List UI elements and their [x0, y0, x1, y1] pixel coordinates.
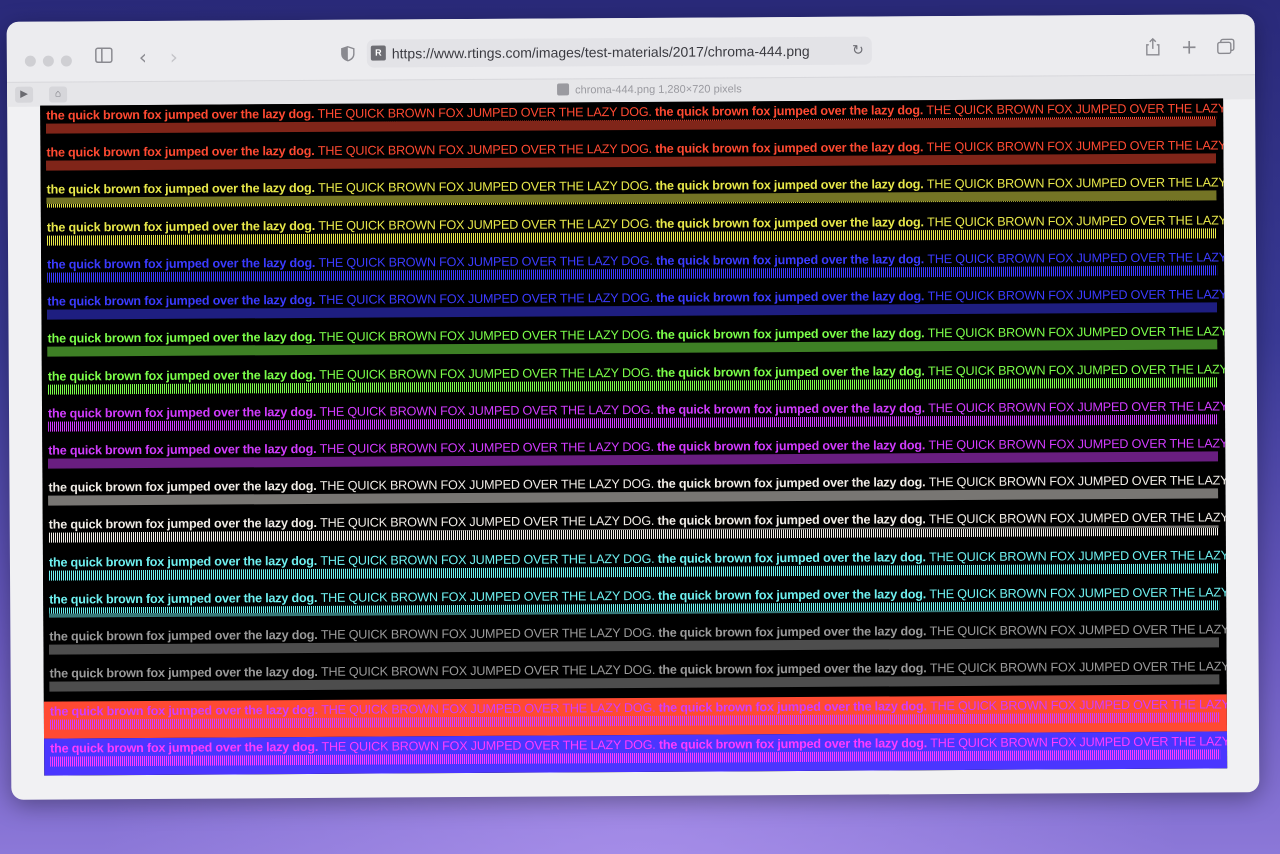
lowercase-sample: the quick brown fox jumped over the lazy… [656, 400, 929, 417]
lowercase-sample: the quick brown fox jumped over the lazy… [47, 293, 319, 309]
lowercase-sample: the quick brown fox jumped over the lazy… [655, 177, 927, 194]
uppercase-sample: THE QUICK BROWN FOX JUMPED OVER THE LAZY… [927, 250, 1227, 267]
lowercase-sample: the quick brown fox jumped over the lazy… [656, 363, 929, 380]
uppercase-sample: THE QUICK BROWN FOX JUMPED OVER THE LAZY… [319, 365, 657, 382]
uppercase-sample: THE QUICK BROWN FOX JUMPED OVER THE LAZY… [928, 473, 1228, 490]
uppercase-sample: THE QUICK BROWN FOX JUMPED OVER THE LAZY… [318, 290, 657, 308]
lowercase-sample: the quick brown fox jumped over the lazy… [658, 661, 930, 678]
lowercase-sample: the quick brown fox jumped over the lazy… [48, 441, 320, 458]
uppercase-sample: THE QUICK BROWN FOX JUMPED OVER THE LAZY… [926, 101, 1228, 118]
browser-window: ‹ › R https://www.rtings.com/images/test… [6, 14, 1260, 800]
tab-overview-icon[interactable] [1217, 38, 1235, 58]
share-icon[interactable] [1145, 37, 1161, 61]
uppercase-sample: THE QUICK BROWN FOX JUMPED OVER THE LAZY… [318, 179, 656, 196]
youtube-tab-icon[interactable]: ▶ [15, 86, 34, 103]
lowercase-sample: the quick brown fox jumped over the lazy… [46, 181, 319, 198]
uppercase-sample: THE QUICK BROWN FOX JUMPED OVER THE LAZY… [929, 548, 1228, 564]
lowercase-sample: the quick brown fox jumped over the lazy… [657, 549, 930, 566]
uppercase-sample: THE QUICK BROWN FOX JUMPED OVER THE LAZY… [320, 551, 658, 568]
close-window-button[interactable] [24, 55, 36, 67]
lowercase-sample: the quick brown fox jumped over the lazy… [655, 214, 928, 231]
uppercase-sample: THE QUICK BROWN FOX JUMPED OVER THE LAZY… [319, 439, 658, 456]
browser-toolbar: ‹ › R https://www.rtings.com/images/test… [6, 14, 1255, 82]
uppercase-sample: THE QUICK BROWN FOX JUMPED OVER THE LAZY… [927, 324, 1228, 341]
minimize-window-button[interactable] [42, 55, 54, 67]
uppercase-sample: THE QUICK BROWN FOX JUMPED OVER THE LAZY… [320, 663, 659, 680]
uppercase-sample: THE QUICK BROWN FOX JUMPED OVER THE LAZY… [929, 585, 1228, 602]
pinned-tab-icon[interactable]: ⌂ [49, 86, 68, 103]
lowercase-sample: the quick brown fox jumped over the lazy… [656, 326, 928, 343]
uppercase-sample: THE QUICK BROWN FOX JUMPED OVER THE LAZY… [926, 138, 1228, 155]
lowercase-sample: the quick brown fox jumped over the lazy… [658, 735, 931, 752]
lowercase-sample: the quick brown fox jumped over the lazy… [46, 144, 318, 160]
lowercase-sample: the quick brown fox jumped over the lazy… [47, 330, 320, 346]
uppercase-sample: THE QUICK BROWN FOX JUMPED OVER THE LAZY… [320, 625, 659, 643]
chevron-left-icon[interactable]: ‹ [139, 45, 147, 69]
lowercase-sample: the quick brown fox jumped over the lazy… [49, 665, 322, 681]
lowercase-sample: the quick brown fox jumped over the lazy… [47, 367, 320, 384]
lowercase-sample: the quick brown fox jumped over the lazy… [658, 698, 931, 715]
chroma-test-image: the quick brown fox jumped over the lazy… [40, 98, 1228, 776]
lowercase-sample: the quick brown fox jumped over the lazy… [658, 624, 930, 640]
uppercase-sample: THE QUICK BROWN FOX JUMPED OVER THE LAZY… [318, 216, 656, 233]
lowercase-sample: the quick brown fox jumped over the lazy… [49, 628, 321, 644]
uppercase-sample: THE QUICK BROWN FOX JUMPED OVER THE LAZY… [317, 104, 656, 121]
uppercase-sample: THE QUICK BROWN FOX JUMPED OVER THE LAZY… [927, 361, 1228, 378]
uppercase-sample: THE QUICK BROWN FOX JUMPED OVER THE LAZY… [929, 659, 1228, 676]
url-text[interactable]: https://www.rtings.com/images/test-mater… [392, 37, 810, 68]
lowercase-sample: the quick brown fox jumped over the lazy… [654, 103, 927, 119]
uppercase-sample: THE QUICK BROWN FOX JUMPED OVER THE LAZY… [320, 514, 658, 531]
uppercase-sample: THE QUICK BROWN FOX JUMPED OVER THE LAZY… [928, 399, 1228, 415]
lowercase-sample: the quick brown fox jumped over the lazy… [49, 702, 322, 719]
privacy-shield-icon[interactable] [341, 45, 355, 66]
test-row: the quick brown fox jumped over the lazy… [44, 731, 1228, 776]
lowercase-sample: the quick brown fox jumped over the lazy… [656, 289, 928, 305]
uppercase-sample: THE QUICK BROWN FOX JUMPED OVER THE LAZY… [928, 436, 1228, 453]
uppercase-sample: THE QUICK BROWN FOX JUMPED OVER THE LAZY… [927, 213, 1227, 229]
lowercase-sample: the quick brown fox jumped over the lazy… [655, 252, 928, 268]
lowercase-sample: the quick brown fox jumped over the lazy… [657, 438, 929, 454]
uppercase-sample: THE QUICK BROWN FOX JUMPED OVER THE LAZY… [320, 588, 659, 605]
sidebar-icon[interactable] [95, 47, 113, 67]
uppercase-sample: THE QUICK BROWN FOX JUMPED OVER THE LAZY… [318, 328, 657, 345]
lowercase-sample: the quick brown fox jumped over the lazy… [46, 218, 319, 235]
lowercase-sample: the quick brown fox jumped over the lazy… [657, 587, 930, 603]
lowercase-sample: the quick brown fox jumped over the lazy… [47, 404, 320, 421]
lowercase-sample: the quick brown fox jumped over the lazy… [657, 475, 929, 492]
uppercase-sample: THE QUICK BROWN FOX JUMPED OVER THE LAZY… [319, 477, 658, 494]
chevron-right-icon[interactable]: › [170, 45, 178, 69]
zoom-window-button[interactable] [60, 55, 72, 67]
lowercase-sample: the quick brown fox jumped over the lazy… [48, 516, 321, 533]
image-file-icon [557, 83, 570, 96]
uppercase-sample: THE QUICK BROWN FOX JUMPED OVER THE LAZY… [321, 700, 659, 717]
image-title: chroma-444.png 1,280×720 pixels [557, 82, 742, 96]
uppercase-sample: THE QUICK BROWN FOX JUMPED OVER THE LAZY… [929, 622, 1228, 639]
lowercase-sample: the quick brown fox jumped over the lazy… [48, 479, 320, 495]
lowercase-sample: the quick brown fox jumped over the lazy… [47, 255, 319, 272]
uppercase-sample: THE QUICK BROWN FOX JUMPED OVER THE LAZY… [927, 287, 1228, 304]
uppercase-sample: THE QUICK BROWN FOX JUMPED OVER THE LAZY… [926, 175, 1227, 192]
lowercase-sample: the quick brown fox jumped over the lazy… [657, 512, 929, 529]
uppercase-sample: THE QUICK BROWN FOX JUMPED OVER THE LAZY… [930, 696, 1228, 713]
uppercase-sample: THE QUICK BROWN FOX JUMPED OVER THE LAZY… [319, 402, 657, 419]
lowercase-sample: the quick brown fox jumped over the lazy… [50, 739, 322, 756]
uppercase-sample: THE QUICK BROWN FOX JUMPED OVER THE LAZY… [318, 253, 656, 270]
uppercase-sample: THE QUICK BROWN FOX JUMPED OVER THE LAZY… [317, 142, 656, 159]
reload-icon[interactable]: ↻ [852, 37, 864, 65]
uppercase-sample: THE QUICK BROWN FOX JUMPED OVER THE LAZY… [928, 510, 1228, 527]
plus-icon[interactable]: + [1181, 35, 1198, 59]
lowercase-sample: the quick brown fox jumped over the lazy… [48, 553, 321, 570]
uppercase-sample: THE QUICK BROWN FOX JUMPED OVER THE LAZY… [930, 734, 1228, 750]
lowercase-sample: the quick brown fox jumped over the lazy… [655, 140, 927, 157]
site-favicon-icon: R [370, 45, 386, 61]
lowercase-sample: the quick brown fox jumped over the lazy… [49, 590, 321, 607]
address-bar[interactable]: R https://www.rtings.com/images/test-mat… [366, 36, 872, 68]
lowercase-sample: the quick brown fox jumped over the lazy… [46, 106, 318, 123]
uppercase-sample: THE QUICK BROWN FOX JUMPED OVER THE LAZY… [321, 737, 659, 754]
